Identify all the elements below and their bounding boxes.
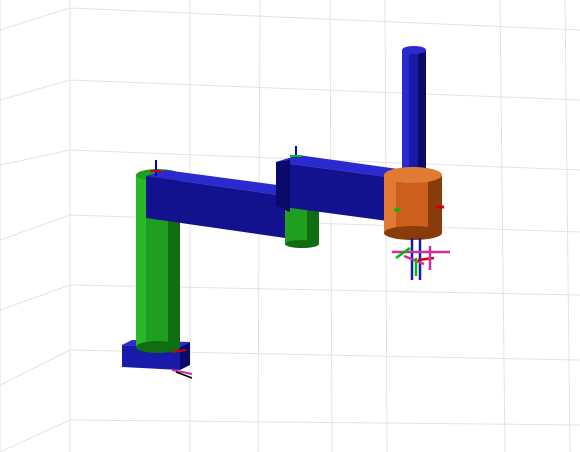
column-bottom-cap bbox=[136, 341, 180, 353]
joint2-bottom-cap bbox=[285, 240, 319, 248]
housing-top-cap bbox=[384, 167, 442, 183]
tool-frame-axes bbox=[392, 238, 450, 280]
column-highlight bbox=[136, 175, 146, 347]
link2-end-face bbox=[276, 160, 290, 212]
robot-end-housing[interactable] bbox=[384, 167, 444, 240]
robot-scene[interactable] bbox=[0, 0, 580, 452]
z-shaft-shade bbox=[418, 50, 426, 185]
housing-shade bbox=[428, 175, 442, 233]
housing-bottom-cap bbox=[384, 226, 442, 240]
z-shaft-top-cap bbox=[402, 46, 426, 54]
z-shaft-highlight bbox=[402, 50, 409, 185]
3d-viewport[interactable] bbox=[0, 0, 580, 452]
robot-z-shaft[interactable] bbox=[402, 46, 426, 185]
housing-highlight bbox=[384, 175, 396, 233]
